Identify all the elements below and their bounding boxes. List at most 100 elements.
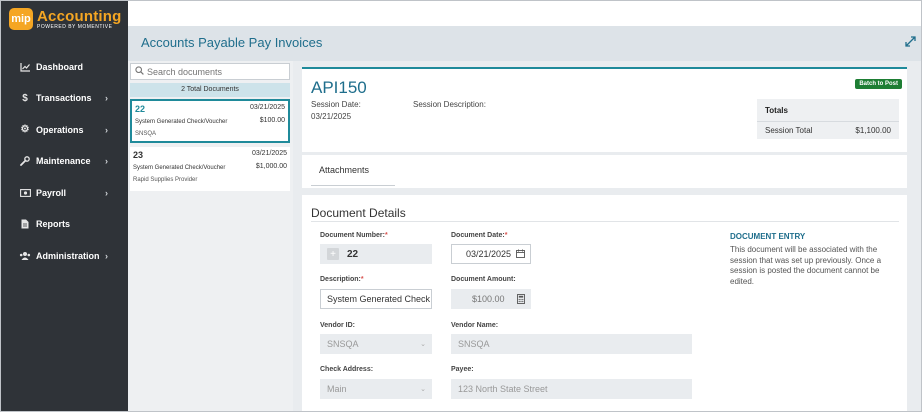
calculator-icon[interactable] <box>517 294 525 306</box>
top-bar <box>128 1 921 26</box>
check-address-value: Main <box>327 384 347 394</box>
tabs-card: Attachments <box>302 155 907 188</box>
mip-logo-mark: mip <box>9 8 33 30</box>
document-vendor: SNSQA <box>135 131 157 137</box>
document-list-panel: 2 Total Documents 22 03/21/2025 System G… <box>128 61 293 411</box>
document-amount-field[interactable]: $100.00 <box>451 289 531 309</box>
gears-icon: ⚙ <box>20 124 30 136</box>
payee-label: Payee: <box>451 366 474 373</box>
document-item-23[interactable]: 23 03/21/2025 System Generated Check/Vou… <box>130 147 290 191</box>
document-date: 03/21/2025 <box>251 150 287 157</box>
sidebar-item-payroll[interactable]: Payroll › <box>1 177 128 209</box>
sidebar-item-label: Payroll <box>36 187 67 198</box>
session-date-value: 03/21/2025 <box>311 112 352 121</box>
document-amount: $100.00 <box>259 117 285 124</box>
chevron-down-icon: ⌄ <box>420 386 426 393</box>
plus-icon[interactable]: + <box>327 248 339 260</box>
sidebar-item-label: Administration <box>36 250 100 261</box>
document-entry-title: DOCUMENT ENTRY <box>730 232 806 241</box>
session-total-row: Session Total $1,100.00 <box>757 121 899 138</box>
vendor-name-value: SNSQA <box>458 339 490 349</box>
app-frame: mip Accounting POWERED BY MOMENTIVE Dash… <box>0 0 922 412</box>
brand-logo[interactable]: mip Accounting POWERED BY MOMENTIVE <box>1 1 128 37</box>
document-amount-label: Document Amount: <box>451 276 516 283</box>
main-content: API150 Batch to Post Session Date: 03/21… <box>293 61 921 411</box>
sidebar-item-label: Dashboard <box>36 61 84 72</box>
section-title: Document Details <box>311 206 406 220</box>
description-label: Description:* <box>320 276 364 283</box>
description-value: System Generated Check <box>327 294 431 304</box>
sidebar-item-dashboard[interactable]: Dashboard <box>1 51 128 83</box>
sidebar-item-label: Operations <box>36 124 84 135</box>
session-description-label: Session Description: <box>413 100 486 109</box>
search-box <box>130 63 290 80</box>
money-bill-icon <box>19 187 31 199</box>
sidebar-item-label: Transactions <box>36 93 92 104</box>
document-number-value: 22 <box>347 248 359 260</box>
status-badge: Batch to Post <box>855 79 902 89</box>
dollar-icon: $ <box>22 92 28 104</box>
payee-field[interactable]: 123 North State Street <box>451 379 692 399</box>
expand-icon[interactable] <box>905 36 917 48</box>
sidebar-item-maintenance[interactable]: Maintenance › <box>1 146 128 178</box>
divider <box>311 221 899 222</box>
chevron-right-icon: › <box>105 156 108 167</box>
sidebar-item-label: Reports <box>36 219 71 230</box>
document-entry-text: This document will be associated with th… <box>730 245 882 286</box>
totals-panel: Totals Session Total $1,100.00 <box>757 99 899 139</box>
check-address-label: Check Address: <box>320 366 374 373</box>
vendor-name-field[interactable]: SNSQA <box>451 334 692 354</box>
session-card: API150 Batch to Post Session Date: 03/21… <box>302 67 907 152</box>
session-total-value: $1,100.00 <box>855 126 891 135</box>
page-title-bar: Accounts Payable Pay Invoices <box>128 26 921 61</box>
vendor-id-select[interactable]: SNSQA ⌄ <box>320 334 432 354</box>
document-date-label: Document Date:* <box>451 232 508 239</box>
document-item-22[interactable]: 22 03/21/2025 System Generated Check/Vou… <box>130 99 290 143</box>
document-number: 22 <box>135 104 146 114</box>
total-documents-label: 2 Total Documents <box>130 83 290 97</box>
document-vendor: Rapid Supplies Provider <box>133 177 198 183</box>
file-icon <box>19 218 31 230</box>
wrench-icon <box>19 155 31 167</box>
document-amount-value: $100.00 <box>472 294 505 304</box>
sidebar: mip Accounting POWERED BY MOMENTIVE Dash… <box>1 1 128 411</box>
users-icon <box>19 250 31 262</box>
search-input[interactable] <box>147 66 277 77</box>
calendar-icon[interactable] <box>516 249 525 260</box>
description-field[interactable]: System Generated Check <box>320 289 432 309</box>
brand-title: Accounting <box>37 7 122 25</box>
search-icon <box>135 66 144 77</box>
page-title: Accounts Payable Pay Invoices <box>141 35 323 50</box>
session-total-label: Session Total <box>765 126 813 135</box>
vendor-name-label: Vendor Name: <box>451 322 499 329</box>
payee-value: 123 North State Street <box>458 384 548 394</box>
chart-line-icon <box>19 61 31 73</box>
document-amount: $1,000.00 <box>255 163 287 170</box>
sidebar-item-operations[interactable]: ⚙ Operations › <box>1 114 128 146</box>
document-date-value: 03/21/2025 <box>466 249 512 259</box>
tab-underline <box>311 185 395 186</box>
document-date-field[interactable]: 03/21/2025 <box>451 244 531 264</box>
chevron-right-icon: › <box>105 250 108 261</box>
sidebar-nav: Dashboard $ Transactions › ⚙ Operations … <box>1 51 128 272</box>
sidebar-item-reports[interactable]: Reports <box>1 209 128 241</box>
brand-subtitle: POWERED BY MOMENTIVE <box>37 23 113 30</box>
sidebar-item-administration[interactable]: Administration › <box>1 240 128 272</box>
document-date: 03/21/2025 <box>249 104 285 111</box>
session-date-label: Session Date: <box>311 100 361 109</box>
vendor-id-value: SNSQA <box>327 339 359 349</box>
document-number-field[interactable]: + 22 <box>320 244 432 264</box>
chevron-right-icon: › <box>105 187 108 198</box>
chevron-down-icon: ⌄ <box>420 341 426 348</box>
vendor-id-label: Vendor ID: <box>320 322 356 329</box>
tab-attachments[interactable]: Attachments <box>319 165 369 175</box>
session-id: API150 <box>311 78 367 97</box>
sidebar-item-transactions[interactable]: $ Transactions › <box>1 83 128 115</box>
document-number: 23 <box>133 150 144 160</box>
document-description: System Generated Check/Voucher <box>133 165 226 171</box>
document-description: System Generated Check/Voucher <box>135 119 228 125</box>
check-address-select[interactable]: Main ⌄ <box>320 379 432 399</box>
chevron-right-icon: › <box>105 93 108 104</box>
sidebar-item-label: Maintenance <box>36 156 91 167</box>
document-details-card: Document Details Document Number:* + 22 … <box>302 195 907 411</box>
